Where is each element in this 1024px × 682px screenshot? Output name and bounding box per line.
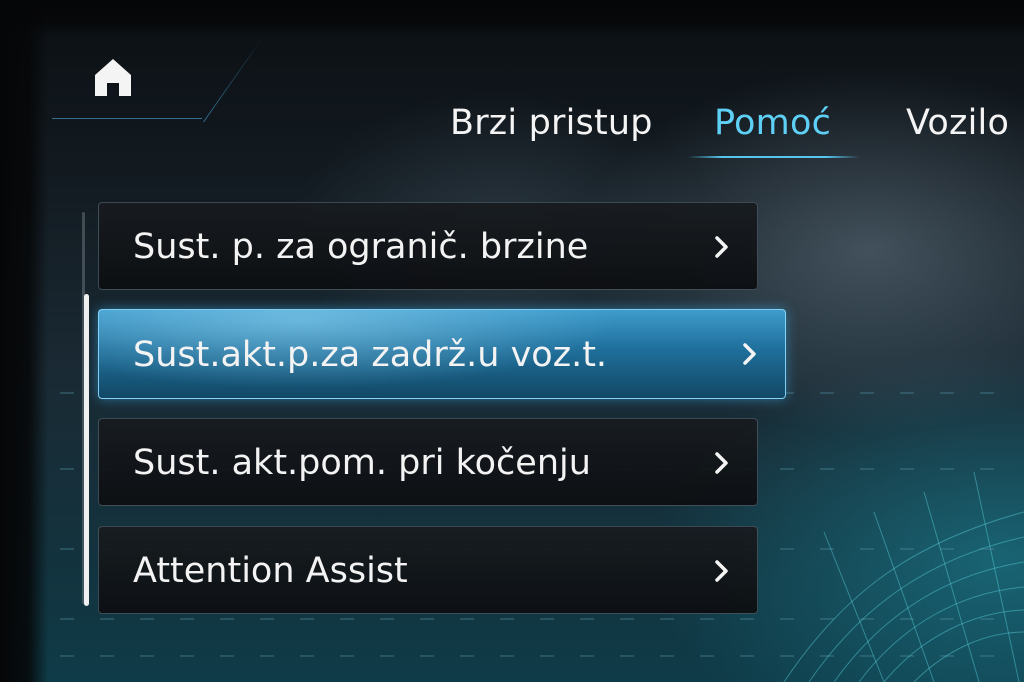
tab-vehicle[interactable]: Vozilo: [906, 98, 1009, 148]
bezel-top: [0, 0, 1024, 36]
list-item-label: Sust. akt.pom. pri kočenju: [133, 443, 591, 483]
tab-help[interactable]: Pomoć: [714, 98, 831, 148]
chevron-right-icon: [715, 560, 728, 582]
top-tabs: Brzi pristup Pomoć Vozilo: [0, 98, 1024, 158]
chevron-right-icon: [743, 343, 756, 365]
list-item-label: Sust.akt.p.za zadrž.u voz.t.: [133, 335, 608, 375]
chevron-right-icon: [715, 452, 728, 474]
home-icon[interactable]: [92, 56, 134, 98]
chevron-right-icon: [715, 236, 728, 258]
scrollbar-thumb[interactable]: [84, 294, 89, 606]
background-pattern: [60, 655, 1000, 657]
list-item-label: Sust. p. za ogranič. brzine: [133, 227, 589, 267]
list-item-label: Attention Assist: [133, 551, 408, 591]
list-item-lane-keeping-assist[interactable]: Sust.akt.p.za zadrž.u voz.t.: [98, 309, 786, 399]
tab-quick-access[interactable]: Brzi pristup: [450, 98, 653, 148]
infotainment-screen: Brzi pristup Pomoć Vozilo Sust. p. za og…: [0, 0, 1024, 682]
list-item-brake-assist[interactable]: Sust. akt.pom. pri kočenju: [98, 418, 758, 506]
list-item-attention-assist[interactable]: Attention Assist: [98, 526, 758, 614]
background-pattern: [60, 618, 1000, 620]
list-item-speed-limit-assist[interactable]: Sust. p. za ogranič. brzine: [98, 202, 758, 290]
active-tab-indicator: [688, 156, 860, 158]
